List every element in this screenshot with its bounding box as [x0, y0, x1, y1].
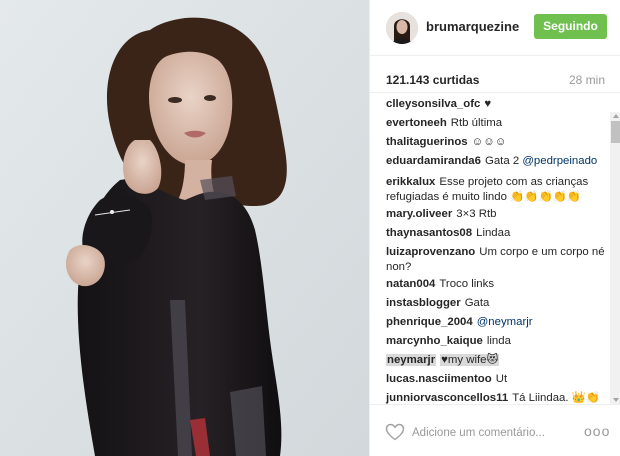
- post-username[interactable]: brumarquezine: [426, 19, 519, 34]
- comment-username[interactable]: mary.oliveer: [386, 208, 452, 220]
- avatar[interactable]: [386, 12, 418, 44]
- comment-item: junniorvasconcellos11Tá Liindaa. 👑👏☺: [386, 391, 608, 404]
- post-timestamp[interactable]: 28 min: [569, 73, 605, 87]
- comment-item: luizaprovenzano Um corpo e um corpo né no…: [386, 245, 608, 275]
- likes-count[interactable]: 121.143 curtidas: [386, 73, 479, 87]
- comment-text: ☺☺☺: [471, 136, 507, 148]
- comment-text: Gata 2: [484, 155, 520, 167]
- comment-input[interactable]: [412, 424, 562, 442]
- following-button[interactable]: Seguindo: [534, 14, 607, 39]
- post-details-panel: brumarquezine Seguindo 121.143 curtidas …: [369, 0, 620, 456]
- more-options-icon[interactable]: ooo: [584, 423, 609, 439]
- comment-item: erikkalux Esse projeto com as crianças re…: [386, 175, 608, 205]
- comment-item: eduardamiranda6 Gata 2 @pedrpeinado: [386, 154, 608, 169]
- comment-username[interactable]: clleysonsilva_ofc: [386, 98, 480, 110]
- comment-text: Rtb última: [450, 117, 503, 129]
- comments-list[interactable]: clleysonsilva_ofc ♥ evertoneeh Rtb última …: [370, 94, 620, 404]
- comment-username[interactable]: phenrique_2004: [386, 316, 473, 328]
- comment-item: clleysonsilva_ofc ♥: [386, 97, 608, 112]
- comment-username[interactable]: evertoneeh: [386, 117, 447, 129]
- photo-image: [0, 0, 369, 456]
- comment-item: marcynho_kaique linda: [386, 334, 608, 349]
- comment-item: mary.oliveer 3×3 Rtb: [386, 207, 608, 222]
- comment-item: natan004 Troco links: [386, 277, 608, 292]
- comment-item: evertoneeh Rtb última: [386, 116, 608, 131]
- comments-scrollbar[interactable]: [610, 112, 620, 404]
- comment-item: lucas.nasciimentoo Ut: [386, 372, 608, 387]
- scroll-thumb[interactable]: [611, 121, 620, 143]
- comment-username[interactable]: lucas.nasciimentoo: [386, 373, 492, 385]
- comment-username[interactable]: instasblogger: [386, 297, 461, 309]
- comment-mention[interactable]: @neymarjr: [477, 316, 533, 328]
- comment-username[interactable]: thalitaguerinos: [386, 136, 468, 148]
- scroll-up-arrow-icon[interactable]: [610, 112, 620, 121]
- comment-item: phenrique_2004 @neymarjr: [386, 315, 608, 330]
- comment-username[interactable]: thaynasantos08: [386, 227, 472, 239]
- heart-icon[interactable]: [385, 423, 405, 441]
- comment-text: ♥my wife😻: [440, 354, 500, 366]
- comment-footer: ooo: [370, 404, 620, 456]
- comment-text: 3×3 Rtb: [456, 208, 497, 220]
- comment-username[interactable]: marcynho_kaique: [386, 335, 483, 347]
- comment-item: instasblogger Gata: [386, 296, 608, 311]
- comment-username[interactable]: eduardamiranda6: [386, 155, 481, 167]
- comment-text: ♥: [484, 98, 492, 110]
- comment-item-highlighted: neymarjr ♥my wife😻: [386, 353, 608, 368]
- comment-item: thaynasantos08 Lindaa: [386, 226, 608, 241]
- comment-username[interactable]: erikkalux: [386, 176, 435, 188]
- comment-text: linda: [486, 335, 511, 347]
- comment-mention[interactable]: @pedrpeinado: [522, 155, 597, 167]
- comment-username[interactable]: luizaprovenzano: [386, 246, 475, 258]
- scroll-down-arrow-icon[interactable]: [610, 395, 620, 404]
- post-meta: 121.143 curtidas 28 min: [370, 57, 620, 93]
- comment-username[interactable]: junniorvasconcellos11: [386, 392, 508, 404]
- comment-text: Lindaa: [476, 227, 511, 239]
- comment-text: Ut: [495, 373, 508, 385]
- post-photo[interactable]: [0, 0, 369, 456]
- comment-username[interactable]: natan004: [386, 278, 435, 290]
- comment-username[interactable]: neymarjr: [386, 354, 437, 366]
- comment-text: Troco links: [439, 278, 495, 290]
- comment-text: Gata: [464, 297, 490, 309]
- post-header: brumarquezine Seguindo: [370, 0, 620, 56]
- comment-item: thalitaguerinos ☺☺☺: [386, 135, 608, 150]
